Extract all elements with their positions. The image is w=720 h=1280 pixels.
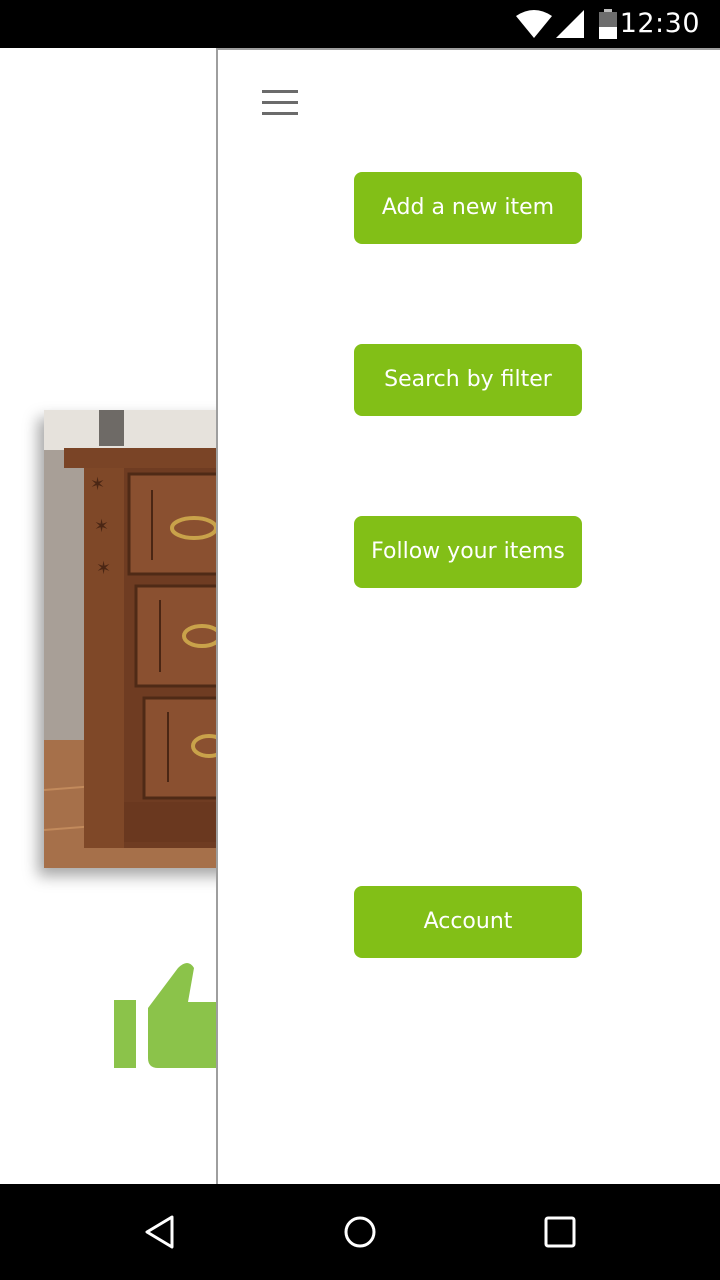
clock-time: 12:30 bbox=[619, 8, 700, 39]
account-button[interactable]: Account bbox=[354, 886, 582, 958]
svg-text:✶: ✶ bbox=[90, 474, 105, 495]
svg-text:✶: ✶ bbox=[96, 558, 111, 579]
wifi-icon bbox=[514, 10, 554, 42]
search-by-filter-button[interactable]: Search by filter bbox=[354, 344, 582, 416]
system-nav-bar bbox=[0, 1184, 720, 1280]
home-icon[interactable] bbox=[342, 1214, 378, 1254]
signal-icon bbox=[556, 10, 584, 42]
hamburger-menu-icon[interactable] bbox=[262, 90, 300, 118]
follow-items-button[interactable]: Follow your items bbox=[354, 516, 582, 588]
add-item-button[interactable]: Add a new item bbox=[354, 172, 582, 244]
thumbs-up-icon[interactable] bbox=[112, 958, 222, 1072]
back-icon[interactable] bbox=[142, 1214, 178, 1254]
svg-text:✶: ✶ bbox=[94, 516, 109, 537]
navigation-drawer: Add a new item Search by filter Follow y… bbox=[216, 48, 720, 1186]
recents-icon[interactable] bbox=[542, 1214, 578, 1254]
status-bar: 12:30 bbox=[0, 0, 720, 48]
battery-icon bbox=[598, 9, 618, 43]
